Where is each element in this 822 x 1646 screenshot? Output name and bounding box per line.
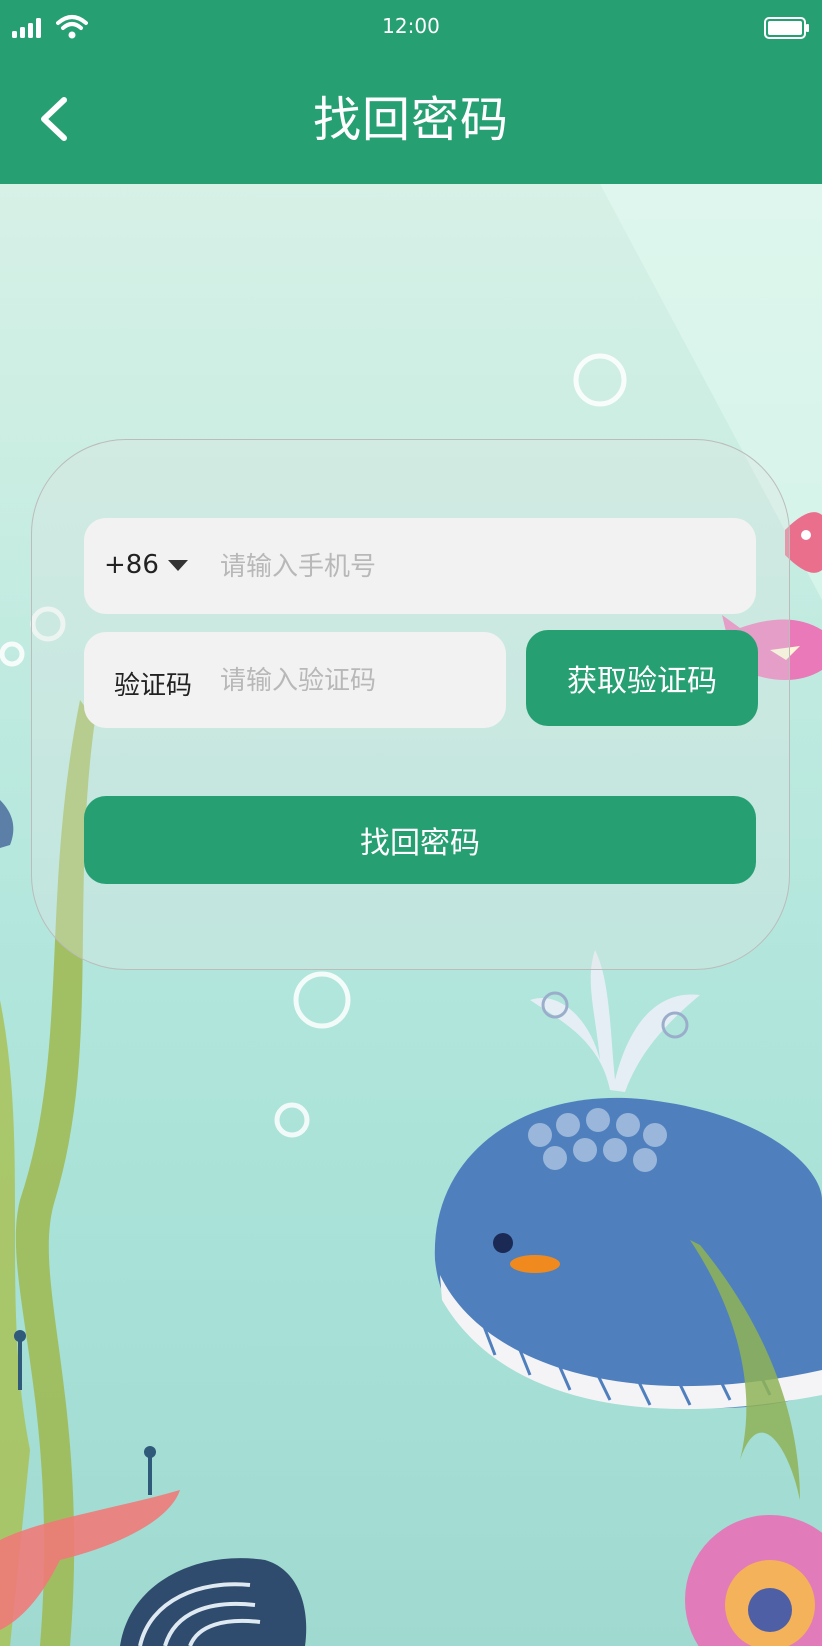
anemone-illustration [685, 1515, 822, 1646]
page-title: 找回密码 [312, 92, 509, 148]
phone-input[interactable] [218, 542, 742, 592]
code-label: 验证码 [114, 671, 193, 701]
status-time: 12:00 [382, 14, 440, 38]
verification-code-field: 验证码 [84, 632, 506, 728]
battery-icon [764, 17, 809, 39]
code-input[interactable] [218, 656, 492, 706]
get-code-button[interactable]: 获取验证码 [526, 630, 758, 726]
country-code[interactable]: +86 [104, 550, 159, 580]
status-bar: 12:00 [0, 0, 822, 52]
shell-illustration [120, 1558, 307, 1646]
caret-down-icon[interactable] [168, 560, 188, 571]
retrieve-password-button[interactable]: 找回密码 [84, 796, 756, 884]
phone-field: +86 [84, 518, 756, 614]
nav-header: 找回密码 [0, 52, 822, 184]
whale-illustration [434, 950, 822, 1410]
